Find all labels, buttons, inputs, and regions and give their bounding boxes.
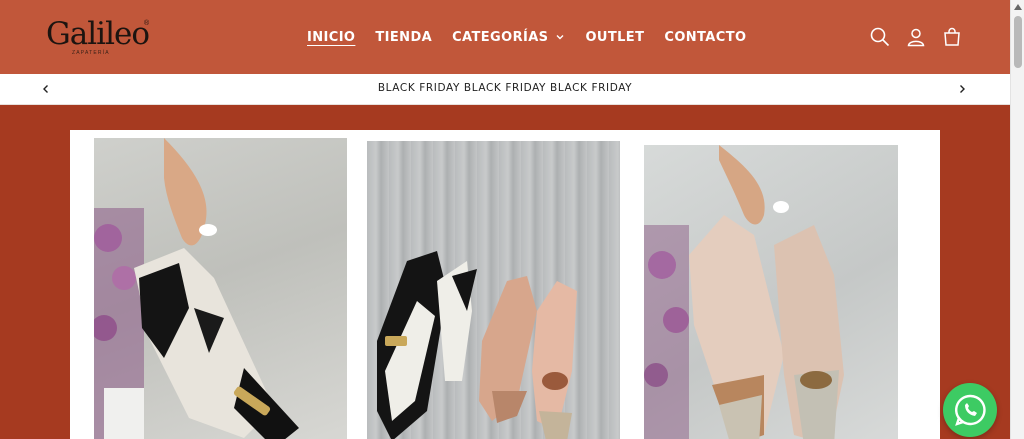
scroll-up-arrow-icon[interactable] (1014, 4, 1022, 10)
nav-item-categorias[interactable]: CATEGORÍAS (452, 30, 565, 45)
chevron-down-icon (556, 35, 564, 40)
brand-logo[interactable]: Galileo ® ZAPATERÍA (46, 14, 156, 60)
hero-section (0, 105, 1010, 439)
announcement-text: BLACK FRIDAY BLACK FRIDAY BLACK FRIDAY (377, 82, 633, 94)
main-nav: INICIO TIENDA CATEGORÍAS OUTLET CONTACTO (307, 27, 766, 47)
shoe-photo-1 (94, 138, 299, 439)
account-icon[interactable] (905, 26, 927, 48)
scrollbar-thumb[interactable] (1014, 16, 1022, 68)
nav-item-contacto[interactable]: CONTACTO (664, 30, 746, 45)
cart-icon[interactable] (941, 26, 963, 48)
chevron-right-icon[interactable] (955, 82, 969, 96)
nav-item-inicio[interactable]: INICIO (307, 30, 355, 45)
hero-card (70, 130, 940, 439)
hero-photo-2[interactable] (367, 141, 620, 439)
page-scrollbar[interactable] (1010, 0, 1024, 439)
shoe-photo-2 (377, 251, 577, 439)
nav-item-outlet[interactable]: OUTLET (585, 30, 644, 45)
site-header: Galileo ® ZAPATERÍA INICIO TIENDA CATEGO… (0, 0, 1010, 74)
search-icon[interactable] (869, 26, 891, 48)
hero-photo-1[interactable] (94, 138, 347, 439)
whatsapp-button[interactable] (943, 383, 997, 437)
brand-tagline: ZAPATERÍA (72, 50, 110, 56)
nav-item-tienda[interactable]: TIENDA (375, 30, 432, 45)
hero-photo-3[interactable] (644, 145, 898, 439)
brand-name: Galileo (46, 16, 150, 52)
brand-mark: ® (144, 20, 150, 27)
announcement-bar: BLACK FRIDAY BLACK FRIDAY BLACK FRIDAY (0, 74, 1010, 105)
whatsapp-icon (955, 394, 986, 426)
nav-item-categorias-label: CATEGORÍAS (452, 29, 549, 45)
shoe-photo-3 (644, 145, 844, 439)
